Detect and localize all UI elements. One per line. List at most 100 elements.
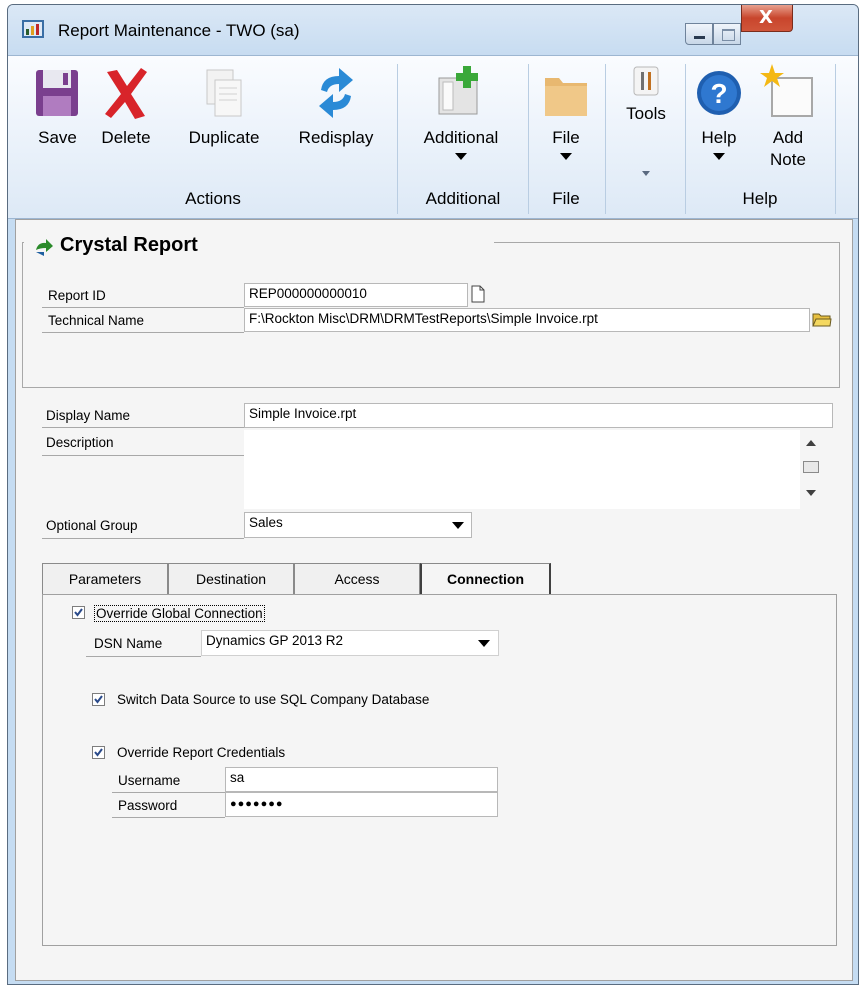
- report-id-label: Report ID: [48, 288, 106, 303]
- duplicate-button[interactable]: Duplicate: [174, 64, 274, 149]
- technical-name-field[interactable]: F:\Rockton Misc\DRM\DRMTestReports\Simpl…: [244, 308, 810, 332]
- window-title: Report Maintenance - TWO (sa): [58, 21, 300, 40]
- dsn-name-underline: [86, 656, 201, 657]
- new-document-icon: [471, 285, 485, 303]
- save-button[interactable]: Save: [30, 64, 85, 149]
- ribbon-toolbar: Save Delete Duplicate Redisplay Actions …: [8, 55, 858, 219]
- help-group-label: Help: [742, 189, 778, 208]
- technical-name-underline: [42, 332, 244, 333]
- override-global-checkbox[interactable]: [72, 606, 85, 619]
- close-button[interactable]: X: [741, 5, 793, 32]
- add-note-label-line2: Note: [770, 150, 806, 169]
- redisplay-icon: [319, 68, 353, 118]
- file-dropdown-icon: [560, 153, 572, 160]
- username-field[interactable]: sa: [225, 767, 498, 792]
- checkmark-icon: [94, 695, 103, 704]
- checkmark-icon: [94, 748, 103, 757]
- display-name-label: Display Name: [46, 408, 131, 423]
- report-id-field[interactable]: REP000000000010: [244, 283, 468, 307]
- help-dropdown-icon: [713, 153, 725, 160]
- svg-text:?: ?: [710, 78, 727, 109]
- scroll-up-icon[interactable]: [806, 440, 816, 446]
- file-label: File: [552, 128, 580, 147]
- additional-label: Additional: [423, 128, 499, 147]
- override-credentials-checkbox[interactable]: [92, 746, 105, 759]
- override-global-label: Override Global Connection: [94, 605, 265, 622]
- save-icon: [35, 70, 78, 116]
- save-label: Save: [38, 128, 77, 147]
- ribbon-separator: [835, 64, 836, 214]
- description-textarea[interactable]: [244, 430, 800, 509]
- help-icon: ?: [697, 71, 741, 115]
- description-label: Description: [46, 435, 114, 450]
- optional-group-label: Optional Group: [46, 518, 138, 533]
- lookup-button[interactable]: [470, 285, 486, 303]
- title-bar: Report Maintenance - TWO (sa) X: [8, 5, 858, 55]
- go-arrow-icon: [36, 239, 53, 256]
- tab-access[interactable]: Access: [294, 563, 420, 594]
- optional-group-underline: [42, 538, 244, 539]
- password-field[interactable]: ●●●●●●●: [225, 792, 498, 817]
- display-name-field[interactable]: Simple Invoice.rpt: [244, 403, 833, 428]
- report-id-underline: [42, 307, 244, 308]
- form-body: Crystal Report Report ID REP000000000010…: [15, 219, 853, 981]
- optional-group-select[interactable]: Sales: [244, 512, 472, 538]
- duplicate-label: Duplicate: [188, 128, 260, 147]
- add-note-button[interactable]: Add Note: [753, 64, 823, 171]
- dsn-name-label: DSN Name: [94, 636, 163, 651]
- ribbon-separator: [605, 64, 606, 214]
- username-underline: [112, 792, 225, 793]
- folder-icon: [545, 78, 587, 116]
- switch-data-source-checkbox[interactable]: [92, 693, 105, 706]
- folder-icon: [812, 313, 832, 327]
- optional-group-value: Sales: [249, 515, 283, 530]
- tab-connection[interactable]: Connection: [420, 563, 551, 595]
- report-maintenance-window: Report Maintenance - TWO (sa) X Save Del…: [7, 4, 859, 985]
- file-button[interactable]: File: [536, 64, 596, 160]
- tools-icon: [633, 66, 659, 96]
- delete-icon: [105, 68, 147, 119]
- dsn-name-select[interactable]: Dynamics GP 2013 R2: [201, 630, 499, 656]
- password-label: Password: [118, 798, 178, 813]
- username-label: Username: [118, 773, 181, 788]
- actions-group-label: Actions: [185, 189, 241, 208]
- tab-parameters[interactable]: Parameters: [42, 563, 168, 594]
- delete-label: Delete: [101, 128, 151, 147]
- close-icon: X: [759, 7, 773, 28]
- additional-button[interactable]: Additional: [406, 64, 516, 160]
- page-title: Crystal Report: [60, 234, 198, 256]
- help-button[interactable]: ? Help: [691, 64, 747, 160]
- duplicate-icon: [206, 69, 242, 117]
- dsn-dropdown-icon[interactable]: [478, 640, 490, 647]
- tools-button[interactable]: Tools: [611, 66, 681, 176]
- file-group-label: File: [552, 189, 580, 208]
- add-note-label-line1: Add: [772, 128, 804, 147]
- help-label: Help: [701, 128, 737, 147]
- tools-expand-icon: [642, 171, 650, 176]
- scroll-down-icon[interactable]: [806, 490, 816, 496]
- description-underline: [42, 455, 244, 456]
- additional-dropdown-icon: [455, 153, 467, 160]
- maximize-button[interactable]: [713, 23, 741, 45]
- optional-group-dropdown-icon[interactable]: [452, 522, 464, 529]
- delete-button[interactable]: Delete: [95, 64, 157, 149]
- override-credentials-label: Override Report Credentials: [117, 745, 286, 760]
- description-scrollbar[interactable]: [800, 430, 822, 509]
- tab-destination[interactable]: Destination: [168, 563, 294, 594]
- switch-data-source-label: Switch Data Source to use SQL Company Da…: [117, 692, 430, 707]
- password-underline: [112, 817, 225, 818]
- checkmark-icon: [74, 608, 83, 617]
- minimize-button[interactable]: [685, 23, 713, 45]
- additional-group-label: Additional: [425, 189, 501, 208]
- scroll-thumb[interactable]: [803, 461, 819, 473]
- redisplay-label: Redisplay: [298, 128, 374, 147]
- add-note-icon: [760, 64, 813, 117]
- additional-icon: [438, 66, 478, 115]
- dsn-name-value: Dynamics GP 2013 R2: [206, 633, 344, 648]
- redisplay-button[interactable]: Redisplay: [286, 64, 386, 149]
- technical-name-label: Technical Name: [48, 313, 145, 328]
- app-icon: [22, 20, 44, 38]
- browse-folder-button[interactable]: [812, 310, 832, 328]
- tools-label: Tools: [626, 104, 666, 123]
- display-name-underline: [42, 427, 244, 428]
